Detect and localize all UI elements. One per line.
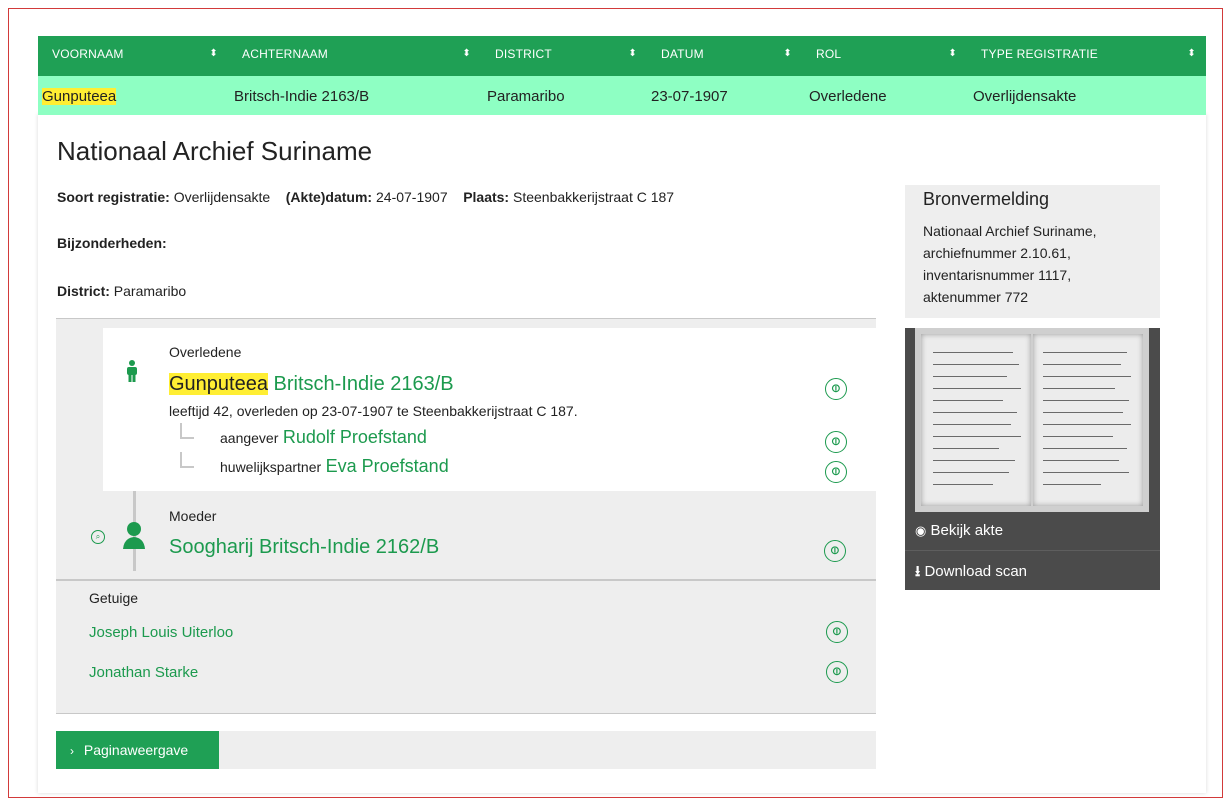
link-icon[interactable]: ⊘ bbox=[825, 431, 847, 453]
cell-type-registratie: Overlijdensakte bbox=[973, 88, 1077, 105]
sort-icon[interactable]: ⬍ bbox=[1187, 36, 1196, 72]
page-title: Nationaal Archief Suriname bbox=[57, 136, 373, 166]
soort-value: Overlijdensakte bbox=[173, 189, 271, 205]
sort-icon[interactable]: ⬍ bbox=[462, 36, 471, 72]
column-header-rol[interactable]: ROL ⬍ bbox=[802, 36, 967, 76]
download-icon: ⭳ bbox=[915, 563, 921, 580]
view-deed-button[interactable]: ◉ Bekijk akte bbox=[915, 522, 1003, 539]
relation-name[interactable]: Rudolf Proefstand bbox=[283, 427, 427, 447]
source-line: inventarisnummer 1117, bbox=[923, 267, 1072, 283]
persons-section: Overledene Gunputeea Britsch-Indie 2163/… bbox=[56, 318, 876, 714]
source-line: aktenummer 772 bbox=[923, 289, 1029, 305]
scan-thumbnail[interactable] bbox=[915, 328, 1149, 512]
corner-connector-icon bbox=[180, 423, 194, 439]
relation-row: huwelijkspartner Eva Proefstand bbox=[220, 456, 449, 477]
relation-role: aangever bbox=[220, 430, 279, 446]
district-label: District: bbox=[57, 283, 110, 299]
source-line: archiefnummer 2.10.61, bbox=[923, 245, 1071, 261]
divider bbox=[905, 550, 1160, 551]
aktedatum-value: 24-07-1907 bbox=[376, 189, 448, 205]
scan-panel: ◉ Bekijk akte ⭳ Download scan bbox=[905, 328, 1160, 590]
pagination-bar: › Paginaweergave bbox=[56, 731, 876, 769]
sort-icon[interactable]: ⬍ bbox=[783, 36, 792, 72]
district-line: District: Paramaribo bbox=[57, 283, 186, 299]
source-citation: Bronvermelding Nationaal Archief Surinam… bbox=[905, 185, 1160, 318]
link-icon[interactable]: ⊘ bbox=[826, 621, 848, 643]
soort-label: Soort registratie: bbox=[57, 189, 170, 205]
column-header-type-registratie[interactable]: TYPE REGISTRATIE ⬍ bbox=[967, 36, 1206, 76]
source-line: Nationaal Archief Suriname, bbox=[923, 223, 1097, 239]
cell-achternaam: Britsch-Indie 2163/B bbox=[234, 88, 370, 105]
main-person-card: Overledene Gunputeea Britsch-Indie 2163/… bbox=[103, 328, 876, 491]
download-scan-button[interactable]: ⭳ Download scan bbox=[915, 561, 1027, 586]
corner-connector-icon bbox=[180, 452, 194, 468]
witness-name[interactable]: Jonathan Starke bbox=[89, 664, 198, 681]
column-header-datum[interactable]: DATUM ⬍ bbox=[647, 36, 802, 76]
source-title: Bronvermelding bbox=[923, 189, 1050, 209]
link-icon[interactable]: ⊘ bbox=[826, 661, 848, 683]
witness-label: Getuige bbox=[89, 590, 139, 606]
link-icon[interactable]: ⊘ bbox=[825, 378, 847, 400]
person-name[interactable]: Gunputeea Britsch-Indie 2163/B bbox=[169, 373, 454, 396]
results-table-header: VOORNAAM ⬍ ACHTERNAAM ⬍ DISTRICT ⬍ DATUM… bbox=[38, 36, 1206, 76]
person-name[interactable]: Soogharij Britsch-Indie 2162/B bbox=[169, 536, 439, 559]
person-female-icon bbox=[123, 522, 145, 549]
cell-district: Paramaribo bbox=[487, 88, 565, 105]
search-highlight: Gunputeea bbox=[42, 88, 117, 105]
link-icon[interactable]: ⊘ bbox=[824, 540, 846, 562]
sort-icon[interactable]: ⬍ bbox=[948, 36, 957, 72]
divider bbox=[56, 579, 876, 581]
plaats-value: Steenbakkerijstraat C 187 bbox=[513, 189, 675, 205]
sort-icon[interactable]: ⬍ bbox=[209, 36, 218, 72]
district-value: Paramaribo bbox=[113, 283, 187, 299]
scan-page-right bbox=[1033, 334, 1143, 506]
search-highlight: Gunputeea bbox=[169, 373, 268, 395]
link-icon[interactable]: ⊘ bbox=[825, 461, 847, 483]
paginaweergave-button[interactable]: › Paginaweergave bbox=[56, 731, 219, 769]
person-details: leeftijd 42, overleden op 23-07-1907 te … bbox=[169, 403, 578, 419]
relation-role: huwelijkspartner bbox=[220, 459, 322, 475]
eye-icon: ◉ bbox=[915, 523, 927, 538]
record-meta-line: Soort registratie: Overlijdensakte (Akte… bbox=[57, 189, 674, 205]
relation-row: aangever Rudolf Proefstand bbox=[220, 427, 427, 448]
witness-name[interactable]: Joseph Louis Uiterloo bbox=[89, 624, 233, 641]
search-circle-icon[interactable]: ⌕ bbox=[91, 530, 105, 544]
plaats-label: Plaats: bbox=[463, 189, 510, 205]
aktedatum-label: (Akte)datum: bbox=[285, 189, 373, 205]
column-header-district[interactable]: DISTRICT ⬍ bbox=[481, 36, 647, 76]
cell-voornaam: Gunputeea bbox=[38, 76, 234, 115]
sort-icon[interactable]: ⬍ bbox=[628, 36, 637, 72]
chevron-right-icon: › bbox=[70, 744, 74, 758]
scan-page-left bbox=[921, 334, 1031, 506]
person-male-icon bbox=[127, 360, 137, 382]
person-role: Moeder bbox=[169, 508, 217, 524]
column-header-achternaam[interactable]: ACHTERNAAM ⬍ bbox=[228, 36, 481, 76]
cell-datum: 23-07-1907 bbox=[651, 88, 728, 105]
bijzonderheden: Bijzonderheden: bbox=[57, 235, 167, 251]
column-header-voornaam[interactable]: VOORNAAM ⬍ bbox=[38, 36, 228, 76]
relation-name[interactable]: Eva Proefstand bbox=[326, 456, 449, 476]
table-row[interactable]: Gunputeea Britsch-Indie 2163/B Paramarib… bbox=[38, 76, 1206, 115]
cell-rol: Overledene bbox=[809, 88, 887, 105]
person-role: Overledene bbox=[169, 344, 242, 360]
